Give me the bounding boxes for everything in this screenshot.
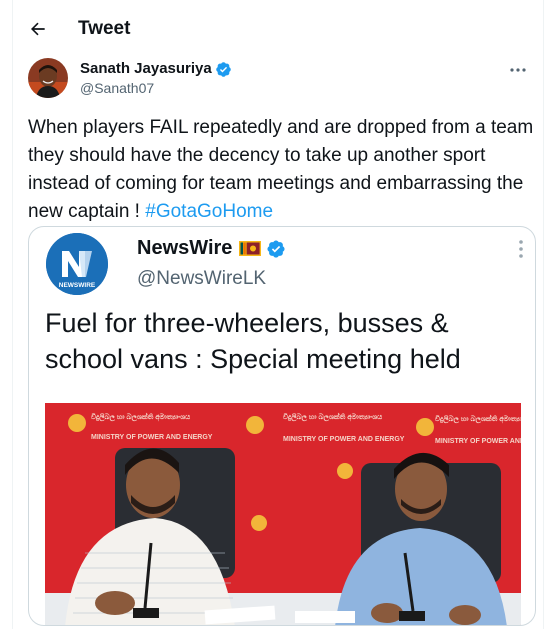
sri-lanka-flag-icon (239, 241, 262, 256)
hashtag-link[interactable]: #GotaGoHome (145, 201, 273, 222)
back-button[interactable] (16, 7, 60, 51)
quoted-headline: Fuel for three-wheelers, busses & school… (45, 308, 461, 374)
svg-text:විදුලිබල හා බලශක්ති අමාත්‍යාංශ: විදුලිබල හා බලශක්ති අමාත්‍යාංශය (283, 413, 382, 422)
svg-text:විදුලිබල හා බලශක්ති අමාත්‍යාංශ: විදුලිබල හා බලශක්ති අමාත්‍යාංශය (435, 415, 521, 424)
quoted-tweet-card[interactable]: NEWSWIRE NewsWire @NewsWireLK Fuel for t… (28, 226, 536, 626)
newswire-logo[interactable]: NEWSWIRE (46, 233, 108, 295)
vertical-ellipsis-icon[interactable] (515, 237, 527, 261)
avatar[interactable] (28, 58, 68, 98)
quoted-handle[interactable]: @NewsWireLK (137, 268, 266, 290)
left-border (12, 0, 13, 629)
more-options-button[interactable] (506, 58, 530, 82)
svg-text:NEWSWIRE: NEWSWIRE (59, 282, 96, 289)
tweet-author: Sanath Jayasuriya @Sanath07 (28, 58, 538, 104)
ellipsis-icon (510, 68, 526, 72)
svg-text:MINISTRY OF POWER AND ENERGY: MINISTRY OF POWER AND ENERGY (91, 434, 213, 441)
tweet-text: When players FAIL repeatedly and are dro… (28, 114, 536, 226)
verified-badge-icon (215, 61, 231, 77)
author-handle[interactable]: @Sanath07 (80, 78, 232, 98)
quoted-display-name[interactable]: NewsWire (137, 237, 232, 260)
page-title: Tweet (78, 18, 131, 39)
news-photo[interactable]: විදුලිබල හා බලශක්ති අමාත්‍යාංශය MINISTRY… (45, 403, 521, 625)
page-header: Tweet (14, 0, 544, 58)
svg-text:MINISTRY OF POWER AND ENERGY: MINISTRY OF POWER AND ENERGY (435, 438, 521, 445)
verified-badge-icon (267, 239, 285, 258)
tweet-page: Tweet Sanath Jayasuriya @Sanath07 When p… (0, 0, 546, 629)
newswire-logo-image: NEWSWIRE (46, 233, 108, 295)
tweet-body: When players FAIL repeatedly and are dro… (28, 117, 534, 222)
svg-text:MINISTRY OF POWER AND ENERGY: MINISTRY OF POWER AND ENERGY (283, 436, 405, 443)
quoted-tweet-header: NEWSWIRE NewsWire @NewsWireLK (29, 227, 535, 307)
avatar-image (28, 58, 68, 98)
arrow-left-icon (31, 22, 45, 36)
author-display-name[interactable]: Sanath Jayasuriya (80, 60, 212, 78)
news-photo-image: විදුලිබල හා බලශක්ති අමාත්‍යාංශය MINISTRY… (45, 403, 521, 625)
svg-text:විදුලිබල හා බලශක්ති අමාත්‍යාංශ: විදුලිබල හා බලශක්ති අමාත්‍යාංශය (91, 413, 190, 422)
right-border (543, 0, 544, 629)
